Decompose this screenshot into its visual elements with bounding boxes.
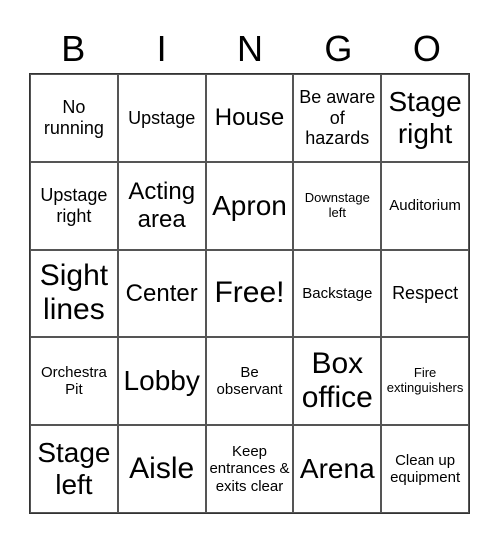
bingo-cell[interactable]: Orchestra Pit [30, 337, 118, 426]
bingo-cell[interactable]: Be aware of hazards [293, 74, 382, 162]
bingo-cell[interactable]: Fire extinguishers [381, 337, 469, 426]
free-space-cell[interactable]: Free! [205, 249, 294, 338]
bingo-cell[interactable]: Stage left [30, 425, 118, 513]
bingo-cell[interactable]: Box office [293, 337, 382, 426]
bingo-cell[interactable]: Be observant [205, 337, 294, 426]
header-letter-g: G [324, 28, 353, 69]
bingo-cell[interactable]: Sight lines [30, 249, 118, 338]
header-letter-n: N [237, 28, 264, 69]
bingo-cell[interactable]: Downstage left [293, 161, 382, 250]
header-letter-o: O [412, 28, 441, 69]
bingo-cell[interactable]: Upstage [117, 74, 206, 162]
bingo-cell[interactable]: Upstage right [30, 161, 118, 250]
bingo-cell[interactable]: Lobby [117, 337, 206, 426]
bingo-cell[interactable]: Keep entrances & exits clear [205, 425, 294, 513]
bingo-cell[interactable]: Clean up equipment [381, 425, 469, 513]
header-letter-i: I [156, 28, 167, 69]
bingo-cell[interactable]: Arena [293, 425, 382, 513]
bingo-card: No running Upstage House Be aware of haz… [29, 73, 470, 514]
bingo-cell[interactable]: Respect [381, 249, 469, 338]
bingo-cell[interactable]: Acting area [117, 161, 206, 250]
bingo-cell[interactable]: Aisle [117, 425, 206, 513]
bingo-cell[interactable]: Auditorium [381, 161, 469, 250]
bingo-cell[interactable]: Center [117, 249, 206, 338]
bingo-cell[interactable]: No running [30, 74, 118, 162]
header-letter-b: B [61, 28, 86, 69]
bingo-cell[interactable]: Backstage [293, 249, 382, 338]
bingo-header: B I N G O [29, 22, 471, 72]
bingo-cell[interactable]: Stage right [381, 74, 469, 162]
bingo-cell[interactable]: Apron [205, 161, 294, 250]
bingo-cell[interactable]: House [205, 74, 294, 162]
